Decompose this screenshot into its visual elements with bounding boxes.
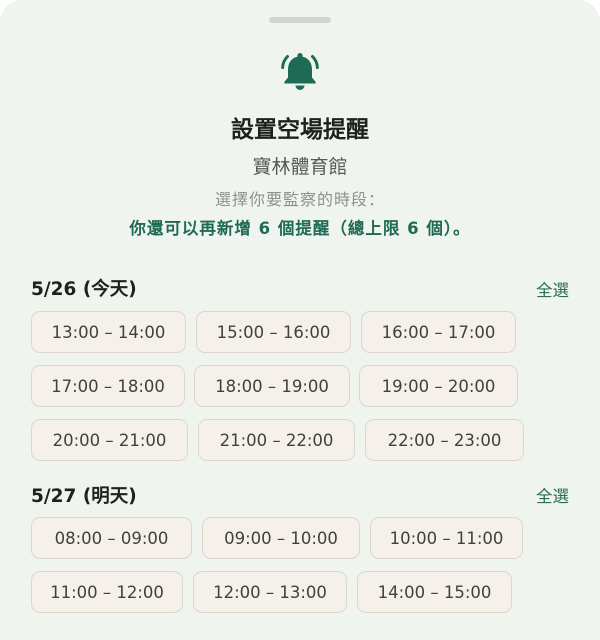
quota-notice: 你還可以再新增 6 個提醒（總上限 6 個）。: [129, 219, 471, 238]
time-slot-button[interactable]: 08:00 – 09:00: [31, 517, 192, 559]
day-heading-today: 5/26 (今天): [31, 279, 137, 300]
drag-handle[interactable]: [269, 17, 331, 23]
venue-name: 寶林體育館: [252, 156, 348, 178]
time-slot-button[interactable]: 20:00 – 21:00: [31, 419, 188, 461]
time-slot-button[interactable]: 17:00 – 18:00: [31, 365, 185, 407]
day-heading-tomorrow: 5/27 (明天): [31, 486, 137, 507]
time-slot-button[interactable]: 15:00 – 16:00: [196, 311, 351, 353]
bell-icon: [281, 53, 319, 90]
time-slot-button[interactable]: 12:00 – 13:00: [193, 571, 347, 613]
time-slot-button[interactable]: 19:00 – 20:00: [359, 365, 518, 407]
sheet-title: 設置空場提醒: [231, 117, 369, 143]
time-slot-button[interactable]: 13:00 – 14:00: [31, 311, 186, 353]
select-all-tomorrow-button[interactable]: 全選: [536, 483, 569, 507]
time-slot-button[interactable]: 10:00 – 11:00: [370, 517, 523, 559]
time-slot-button[interactable]: 22:00 – 23:00: [365, 419, 524, 461]
time-slot-button[interactable]: 09:00 – 10:00: [202, 517, 360, 559]
selection-prompt: 選擇你要監察的時段：: [214, 190, 385, 209]
select-all-today-button[interactable]: 全選: [536, 277, 569, 301]
bottom-sheet: 設置空場提醒 寶林體育館 選擇你要監察的時段： 你還可以再新增 6 個提醒（總上…: [0, 0, 600, 640]
time-slot-button[interactable]: 14:00 – 15:00: [357, 571, 512, 613]
time-slot-button[interactable]: 18:00 – 19:00: [194, 365, 350, 407]
time-slot-button[interactable]: 16:00 – 17:00: [361, 311, 516, 353]
time-slot-button[interactable]: 11:00 – 12:00: [31, 571, 183, 613]
time-slot-button[interactable]: 21:00 – 22:00: [198, 419, 355, 461]
